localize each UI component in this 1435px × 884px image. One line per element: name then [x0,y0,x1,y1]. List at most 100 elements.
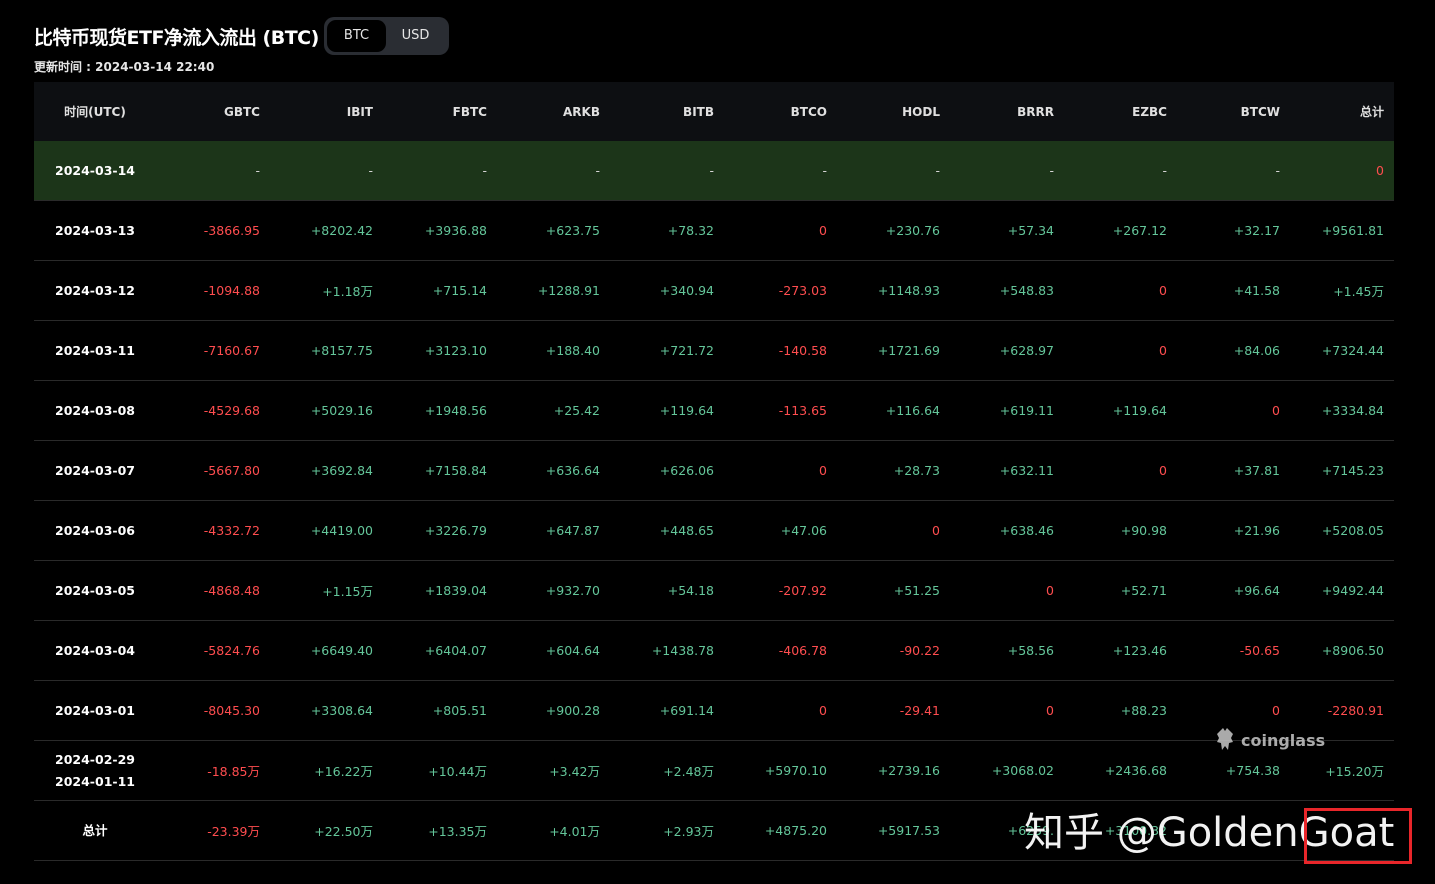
cell-ezbc: +90.98 [1120,523,1167,538]
cell-arkb: +4.01万 [549,824,600,839]
cell-btcw: +84.06 [1233,343,1280,358]
cell-bitb: +691.14 [659,703,714,718]
cell-brrr: 0 [1046,583,1054,598]
cell-brrr: +619.11 [999,403,1054,418]
cell-ibit: +22.50万 [314,824,373,839]
column-header-brrr[interactable]: BRRR [940,82,1054,141]
row-date-secondary: 2024-01-11 [55,773,135,789]
cell-btco: -273.03 [778,283,827,298]
row-date: 2024-03-12 [34,261,156,320]
cell-fbtc: +6404.07 [424,643,487,658]
cell-hodl: +230.76 [885,223,940,238]
cell-bitb: +2.48万 [663,764,714,779]
cell-ezbc: 0 [1159,283,1167,298]
table-row: 2024-03-05 -4868.48 +1.15万 +1839.04 +932.70 +… [34,561,1394,621]
cell-btco: -406.78 [778,643,827,658]
cell-ezbc: +119.64 [1112,403,1167,418]
column-header-ibit[interactable]: IBIT [260,82,373,141]
cell-btcw: +32.17 [1233,223,1280,238]
cell-hodl: +5917.53 [877,823,940,838]
row-date-primary: 2024-03-12 [55,282,135,298]
column-header-total[interactable]: 总计 [1280,82,1384,141]
unit-toggle: BTC USD [324,17,449,55]
cell-总计: +7324.44 [1321,343,1384,358]
cell-gbtc: -5824.76 [203,643,260,658]
cell-brrr: +3068.02 [991,763,1054,778]
cell-btcw: -50.65 [1239,643,1280,658]
toggle-usd-button[interactable]: USD [386,20,445,52]
column-header-arkb[interactable]: ARKB [487,82,600,141]
cell-bitb: +448.65 [659,523,714,538]
cell-ibit: +3692.84 [310,463,373,478]
column-header-ezbc[interactable]: EZBC [1054,82,1167,141]
etf-flow-table: 时间(UTC) GBTC IBIT FBTC ARKB BITB BTCO HO… [34,82,1394,861]
table-row: 2024-03-12 -1094.88 +1.18万 +715.14 +1288.91 +… [34,261,1394,321]
cell-ibit: +6649.40 [310,643,373,658]
cell-btco: +5970.10 [764,763,827,778]
cell-fbtc: +805.51 [432,703,487,718]
row-date: 总计 [34,801,156,860]
cell-gbtc: -3866.95 [203,223,260,238]
cell-btco: 0 [819,463,827,478]
column-header-time[interactable]: 时间(UTC) [34,82,156,141]
cell-gbtc: -5667.80 [203,463,260,478]
cell-bitb: +78.32 [667,223,714,238]
cell-gbtc: -1094.88 [203,283,260,298]
row-date-primary: 2024-03-11 [55,342,135,358]
cell-ibit: +5029.16 [310,403,373,418]
column-header-bitb[interactable]: BITB [600,82,714,141]
row-date-primary: 2024-03-13 [55,222,135,238]
row-date-primary: 2024-03-07 [55,462,135,478]
table-row: 2024-03-08 -4529.68 +5029.16 +1948.56 +25.42… [34,381,1394,441]
row-date: 2024-03-05 [34,561,156,620]
column-header-hodl[interactable]: HODL [827,82,940,141]
column-header-gbtc[interactable]: GBTC [156,82,260,141]
cell-btco: -113.65 [778,403,827,418]
cell-ibit: +16.22万 [314,764,373,779]
update-time: 更新时间 : 2024-03-14 22:40 [34,60,215,74]
cell-fbtc: - [482,163,487,178]
row-date: 2024-03-04 [34,621,156,680]
row-date-primary: 2024-03-04 [55,642,135,658]
row-date: 2024-03-06 [34,501,156,560]
cell-btco: 0 [819,703,827,718]
cell-总计: +3334.84 [1321,403,1384,418]
cell-arkb: +3.42万 [549,764,600,779]
cell-btcw: +21.96 [1233,523,1280,538]
cell-bitb: +721.72 [659,343,714,358]
cell-arkb: +1288.91 [537,283,600,298]
cell-总计: +7145.23 [1321,463,1384,478]
table-row: 2024-03-04 -5824.76 +6649.40 +6404.07 +604.6… [34,621,1394,681]
cell-hodl: +1721.69 [877,343,940,358]
cell-arkb: +932.70 [545,583,600,598]
cell-hodl: - [935,163,940,178]
column-header-btcw[interactable]: BTCW [1167,82,1280,141]
cell-arkb: +188.40 [545,343,600,358]
cell-总计: +8906.50 [1321,643,1384,658]
cell-ibit: +1.18万 [322,284,373,299]
toggle-btc-button[interactable]: BTC [327,20,386,52]
cell-btco: 0 [819,223,827,238]
row-date-primary: 2024-03-06 [55,522,135,538]
cell-bitb: +119.64 [659,403,714,418]
cell-gbtc: -4868.48 [203,583,260,598]
cell-fbtc: +13.35万 [428,824,487,839]
coinglass-watermark: coinglass [1214,728,1325,752]
row-date: 2024-03-14 [34,141,156,200]
cell-bitb: - [709,163,714,178]
cell-arkb: +900.28 [545,703,600,718]
cell-btco: -207.92 [778,583,827,598]
cell-bitb: +626.06 [659,463,714,478]
table-row: 2024-03-07 -5667.80 +3692.84 +7158.84 +636.6… [34,441,1394,501]
cell-fbtc: +10.44万 [428,764,487,779]
cell-ezbc: +267.12 [1112,223,1167,238]
cell-arkb: +647.87 [545,523,600,538]
column-header-btco[interactable]: BTCO [714,82,827,141]
column-header-fbtc[interactable]: FBTC [373,82,487,141]
cell-fbtc: +3936.88 [424,223,487,238]
cell-gbtc: -4529.68 [203,403,260,418]
cell-brrr: - [1049,163,1054,178]
cell-ezbc: 0 [1159,343,1167,358]
cell-总计: +9561.81 [1321,223,1384,238]
cell-btcw: 0 [1272,403,1280,418]
